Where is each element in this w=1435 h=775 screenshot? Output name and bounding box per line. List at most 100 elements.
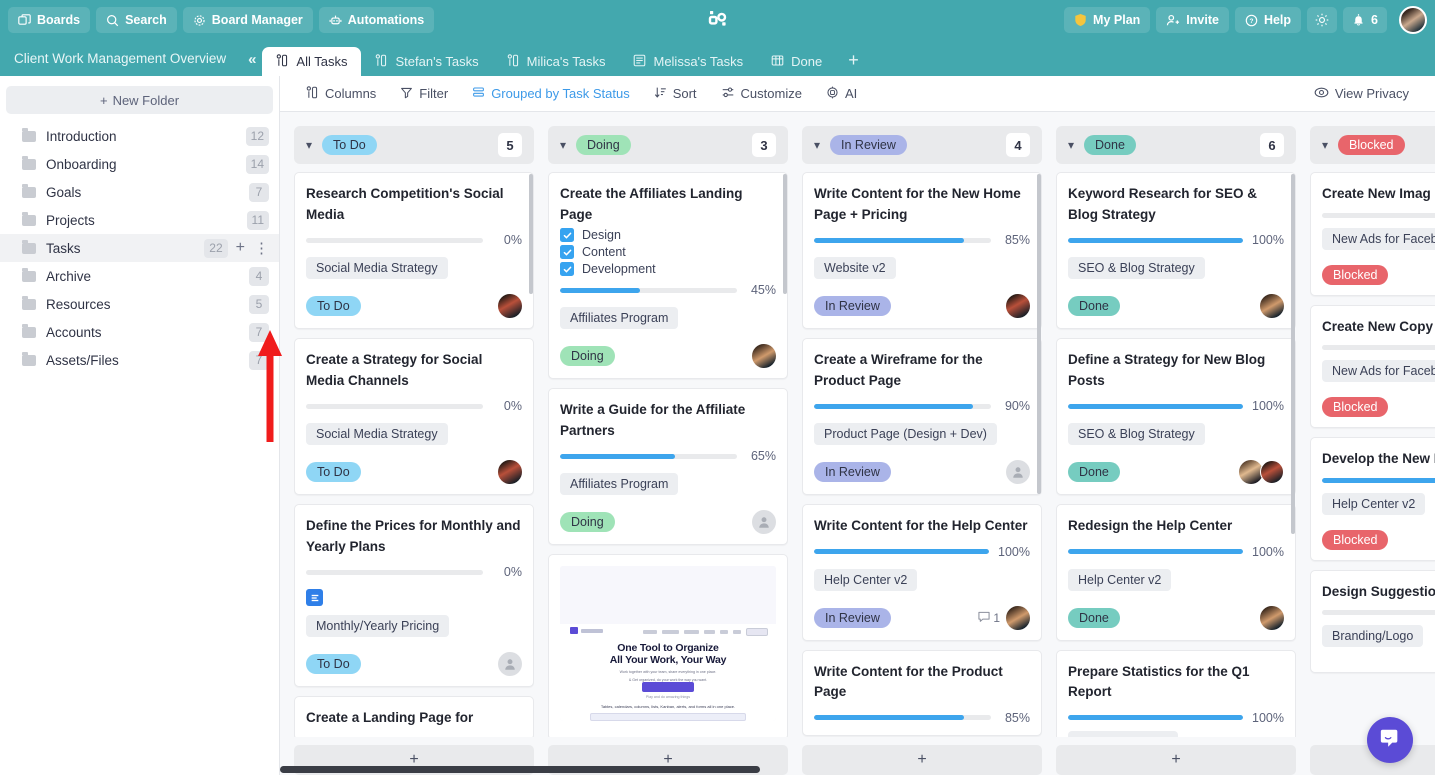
customize-button[interactable]: Customize <box>709 86 814 102</box>
tab-milicas-tasks[interactable]: Milica's Tasks <box>493 47 620 76</box>
task-card[interactable]: Prepare Statistics for the Q1 Report 100… <box>1056 649 1296 737</box>
task-card[interactable]: Define a Strategy for New Blog Posts 100… <box>1056 338 1296 496</box>
task-card[interactable]: Create a Wireframe for the Product Page … <box>802 338 1042 496</box>
task-card[interactable]: Write a Guide for the Affiliate Partners… <box>548 388 788 546</box>
task-card[interactable]: Develop the New Platform Help Center v2 … <box>1310 437 1435 561</box>
help-button[interactable]: ? Help <box>1234 7 1302 33</box>
assignee-avatar[interactable] <box>752 344 776 369</box>
chevron-down-icon[interactable]: ▾ <box>1068 138 1074 152</box>
card-footer: In Review <box>814 460 1030 485</box>
assignee-avatar[interactable] <box>1260 605 1284 630</box>
sidebar-item-assets-files[interactable]: Assets/Files 7 <box>0 346 279 374</box>
task-card[interactable]: Design Suggestio Logo Branding/Logo <box>1310 569 1435 674</box>
my-plan-button[interactable]: My Plan <box>1064 7 1151 33</box>
assignee-avatar[interactable] <box>1260 460 1284 485</box>
tab-melissas-tasks[interactable]: Melissa's Tasks <box>619 47 757 76</box>
group-by-button[interactable]: Grouped by Task Status <box>460 86 642 102</box>
assignee-avatar[interactable] <box>1260 294 1284 319</box>
task-card[interactable]: Create a Landing Page for <box>294 696 534 737</box>
checklist-item[interactable]: Design <box>560 228 776 243</box>
assignee-avatar[interactable] <box>1006 294 1030 319</box>
chevron-down-icon[interactable]: ▾ <box>1322 138 1328 152</box>
chevron-down-icon[interactable]: ▾ <box>814 138 820 152</box>
sort-icon <box>654 86 667 102</box>
chevron-down-icon[interactable]: ▾ <box>306 138 312 152</box>
card-footer: Blocked <box>1322 397 1435 418</box>
column-scrollbar[interactable] <box>1037 174 1041 494</box>
automations-button[interactable]: Automations <box>318 7 435 33</box>
sidebar-item-introduction[interactable]: Introduction 12 <box>0 122 279 150</box>
sidebar-item-accounts[interactable]: Accounts 7 <box>0 318 279 346</box>
task-card[interactable]: Create a Strategy for Social Media Chann… <box>294 338 534 496</box>
checkbox-checked-icon[interactable] <box>560 228 574 243</box>
checkbox-checked-icon[interactable] <box>560 245 574 260</box>
task-card[interactable]: Keyword Research for SEO & Blog Strategy… <box>1056 172 1296 330</box>
progress-row: 100% <box>1068 233 1284 247</box>
folder-icon <box>22 127 36 142</box>
assignee-avatar[interactable] <box>498 460 522 485</box>
board-manager-button[interactable]: Board Manager <box>182 7 313 33</box>
boards-button[interactable]: Boards <box>8 7 91 33</box>
new-folder-button[interactable]: + New Folder <box>6 86 273 114</box>
tab-done[interactable]: Done <box>757 47 836 76</box>
assignee-avatar-empty[interactable] <box>1006 460 1030 485</box>
assignee-avatar[interactable] <box>498 294 522 319</box>
more-options-icon[interactable]: ⋮ <box>254 241 269 256</box>
horizontal-scrollbar-thumb[interactable] <box>280 766 760 773</box>
checklist-item[interactable]: Development <box>560 262 776 277</box>
collapse-sidebar-button[interactable]: « <box>240 51 262 76</box>
sidebar-item-tasks[interactable]: Tasks 22 + ⋮ <box>0 234 279 262</box>
checkbox-checked-icon[interactable] <box>560 262 574 277</box>
task-card[interactable]: Write Content for the New Home Page + Pr… <box>802 172 1042 330</box>
tab-stefans-tasks[interactable]: Stefan's Tasks <box>361 47 492 76</box>
task-card[interactable]: Redesign the Help Center 100% Help Cente… <box>1056 504 1296 641</box>
sidebar-item-goals[interactable]: Goals 7 <box>0 178 279 206</box>
folder-icon <box>22 323 36 338</box>
sidebar-item-onboarding[interactable]: Onboarding 14 <box>0 150 279 178</box>
ai-button[interactable]: AI <box>814 86 869 102</box>
add-tab-button[interactable]: + <box>836 50 871 76</box>
column-scrollbar[interactable] <box>1291 174 1295 534</box>
assignee-avatar[interactable] <box>1006 605 1030 630</box>
progress-row: 90% <box>814 399 1030 413</box>
add-item-icon[interactable]: + <box>236 240 245 256</box>
search-button[interactable]: Search <box>96 7 177 33</box>
task-card[interactable]: Create New Imag New Ads for Faceb Blocke… <box>1310 172 1435 296</box>
checklist-item[interactable]: Content <box>560 245 776 260</box>
task-card[interactable]: Write Content for the Product Page 85% <box>802 649 1042 736</box>
filter-button[interactable]: Filter <box>388 86 460 102</box>
task-card[interactable]: One Tool to Organize All Your Work, Your… <box>548 554 788 737</box>
task-card[interactable]: Create the Affiliates Landing Page Desig… <box>548 172 788 380</box>
sidebar-item-actions: + ⋮ <box>236 240 269 256</box>
app-logo[interactable] <box>705 7 731 33</box>
columns-button[interactable]: Columns <box>294 85 388 102</box>
card-title: Redesign the Help Center <box>1068 518 1233 534</box>
column-scrollbar[interactable] <box>783 174 787 294</box>
user-avatar[interactable] <box>1399 6 1427 34</box>
card-title: Write Content for the New Home Page + Pr… <box>814 186 1021 222</box>
board-tab-bar: Client Work Management Overview « All Ta… <box>0 40 1435 76</box>
column-scrollbar[interactable] <box>529 174 533 294</box>
chevron-down-icon[interactable]: ▾ <box>560 138 566 152</box>
progress-track <box>1322 212 1435 218</box>
task-card[interactable]: Define the Prices for Monthly and Yearly… <box>294 504 534 688</box>
theme-toggle-button[interactable] <box>1307 7 1338 33</box>
search-label: Search <box>125 13 167 27</box>
assignee-avatar-empty[interactable] <box>498 652 522 677</box>
notifications-button[interactable]: 6 <box>1343 7 1387 33</box>
sidebar-item-resources[interactable]: Resources 5 <box>0 290 279 318</box>
sidebar-item-projects[interactable]: Projects 11 <box>0 206 279 234</box>
invite-button[interactable]: Invite <box>1156 7 1229 33</box>
tab-all-tasks[interactable]: All Tasks <box>262 47 362 76</box>
task-card[interactable]: Create New Copy New Ads for Faceb Blocke… <box>1310 304 1435 429</box>
comment-count-chip[interactable]: 1 <box>978 611 1000 625</box>
task-card[interactable]: Research Competition's Social Media 0% S… <box>294 172 534 330</box>
sidebar-item-archive[interactable]: Archive 4 <box>0 262 279 290</box>
document-icon[interactable] <box>306 589 323 607</box>
sort-button[interactable]: Sort <box>642 86 709 102</box>
chat-support-button[interactable] <box>1367 717 1413 763</box>
view-privacy-button[interactable]: View Privacy <box>1302 86 1421 102</box>
horizontal-scrollbar[interactable] <box>280 766 1435 775</box>
assignee-avatar-empty[interactable] <box>752 510 776 535</box>
task-card[interactable]: Write Content for the Help Center 100% H… <box>802 504 1042 641</box>
